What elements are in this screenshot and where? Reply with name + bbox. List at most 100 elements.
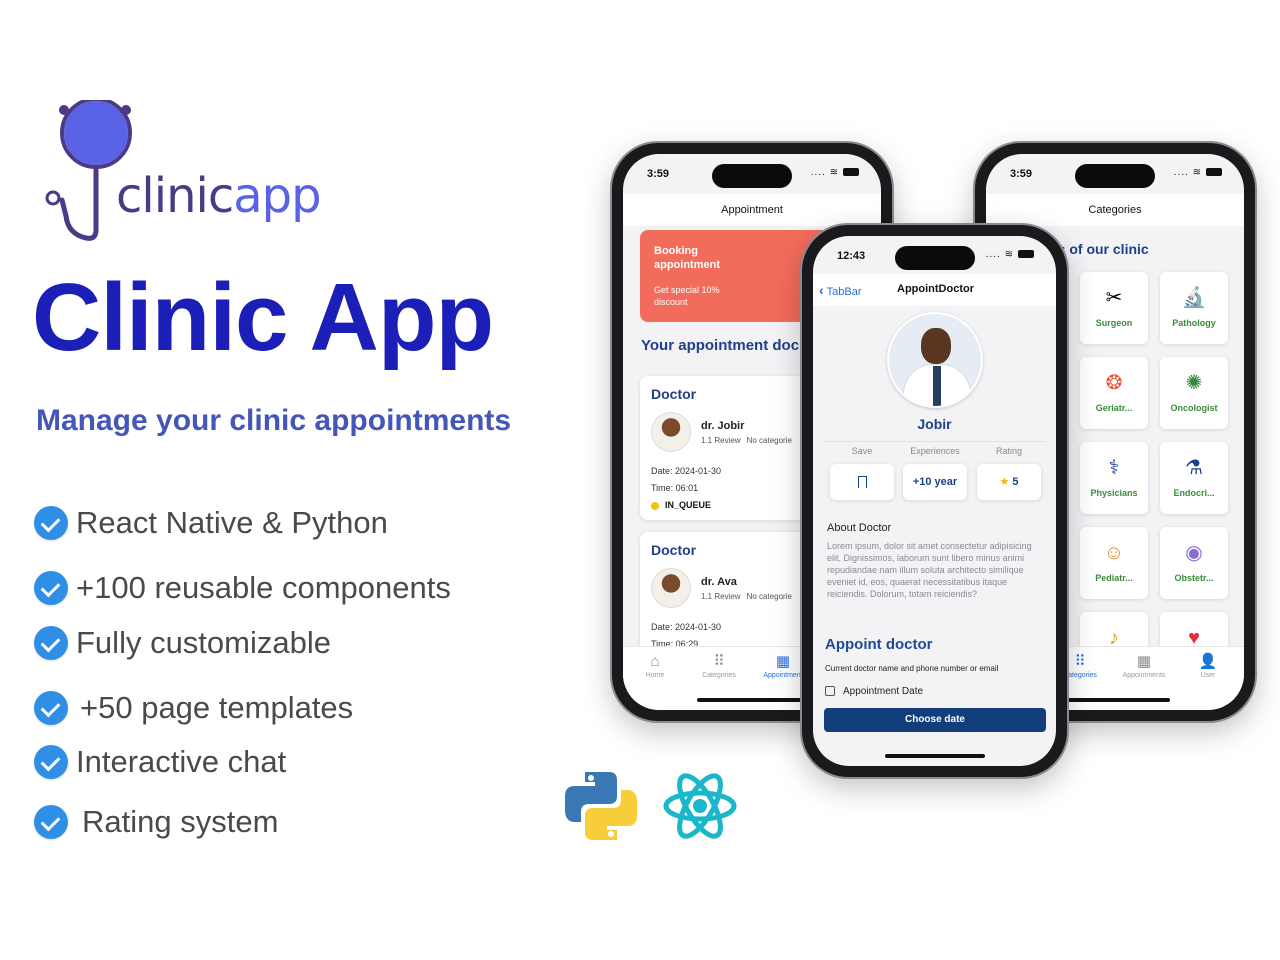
- feature-text: Interactive chat: [76, 744, 287, 779]
- status-icons: .... ≋: [986, 249, 1034, 260]
- feature-text: Rating system: [82, 804, 279, 839]
- home-indicator: [697, 698, 807, 702]
- calendar-icon: [825, 686, 835, 697]
- category-label: Geriatr...: [1095, 403, 1133, 413]
- save-button[interactable]: [830, 464, 894, 500]
- category-label: Physicians: [1090, 488, 1138, 498]
- category-label: Oncologist: [1170, 403, 1218, 413]
- category-label: Surgeon: [1095, 318, 1133, 328]
- obstetrics-icon: ◉: [1185, 542, 1203, 564]
- feature-item: Rating system: [34, 804, 278, 840]
- status-dot: [651, 501, 659, 510]
- category-physicians[interactable]: ⚕ Physicians: [1080, 442, 1148, 514]
- dynamic-island: [1075, 164, 1155, 188]
- banner-title: Booking appointment: [654, 245, 720, 271]
- review-count: 1.1 Review: [701, 592, 741, 601]
- tab-categories[interactable]: ⠿ Categories: [687, 653, 751, 679]
- doctor-name: Jobir: [917, 416, 952, 432]
- appoint-subtitle: Current doctor name and phone number or …: [825, 664, 999, 673]
- tab-appointments[interactable]: ▦ Appointments: [1112, 653, 1176, 679]
- check-circle-icon: [34, 805, 68, 839]
- geriatrics-icon: ❂: [1105, 372, 1123, 394]
- check-circle-icon: [34, 691, 68, 725]
- avatar: [651, 412, 691, 452]
- appointment-date: Date: 2024-01-30: [651, 622, 722, 632]
- experience-value: +10 year: [912, 476, 958, 488]
- nav-title: Categories: [1088, 204, 1142, 216]
- doctor-photo: [887, 312, 983, 408]
- home-icon: ⌂: [650, 653, 660, 670]
- appointment-date-label: Appointment Date: [825, 686, 923, 697]
- rating-value: 5: [1012, 476, 1019, 488]
- doctor-meta: 1.1 Review No categorie: [701, 436, 798, 445]
- nav-bar: Categories: [986, 194, 1244, 226]
- microscope-icon: 🔬: [1181, 287, 1207, 309]
- tab-label: Appointments: [1122, 672, 1166, 679]
- appointment-date: Date: 2024-01-30: [651, 466, 722, 476]
- feature-text: React Native & Python: [76, 505, 388, 540]
- battery-icon: [1018, 250, 1034, 259]
- category-surgeon[interactable]: ✂ Surgeon: [1080, 272, 1148, 344]
- category-label: Pediatr...: [1095, 573, 1133, 583]
- appointment-time: Time: 06:01: [651, 483, 699, 493]
- category-geriatrics[interactable]: ❂ Geriatr...: [1080, 357, 1148, 429]
- category-oncologist[interactable]: ✺ Oncologist: [1160, 357, 1228, 429]
- status-time: 3:59: [1010, 168, 1033, 180]
- hero-title: Clinic App: [32, 264, 494, 371]
- wifi-icon: ≋: [829, 167, 839, 178]
- feature-item: +50 page templates: [34, 690, 353, 726]
- experience-badge: +10 year: [903, 464, 967, 500]
- feature-item: Interactive chat: [34, 744, 286, 780]
- phone-appoint-doctor: 12:43 .... ≋ ‹ TabBar AppointDoctor Jobir…: [802, 225, 1067, 777]
- clinicapp-logo: clinicapp: [40, 100, 360, 250]
- tab-user[interactable]: 👤 User: [1176, 653, 1240, 679]
- doctor-head: [921, 328, 951, 364]
- category-label: Endocri...: [1173, 488, 1215, 498]
- endocrine-icon: ⚗: [1185, 457, 1203, 479]
- category-obstetrics[interactable]: ◉ Obstetr...: [1160, 527, 1228, 599]
- stat-header-save: Save: [851, 446, 873, 456]
- category-pathology[interactable]: 🔬 Pathology: [1160, 272, 1228, 344]
- category-label: Pathology: [1172, 318, 1216, 328]
- battery-icon: [1206, 168, 1222, 177]
- tab-home[interactable]: ⌂ Home: [623, 653, 687, 679]
- home-indicator: [1060, 698, 1170, 702]
- check-circle-icon: [34, 506, 68, 540]
- pediatrics-icon: ☺: [1103, 542, 1125, 564]
- home-indicator: [884, 754, 985, 758]
- tab-label: Home: [645, 672, 665, 679]
- category-pediatrics[interactable]: ☺ Pediatr...: [1080, 527, 1148, 599]
- back-label: TabBar: [826, 286, 862, 298]
- feature-text: +50 page templates: [80, 690, 354, 725]
- appointment-date-text: Appointment Date: [843, 686, 924, 697]
- check-circle-icon: [34, 626, 68, 660]
- about-heading: About Doctor: [827, 522, 892, 534]
- dynamic-island: [894, 246, 975, 270]
- bookmark-icon: [857, 476, 867, 489]
- doctor-category: No categorie: [746, 592, 792, 601]
- category-endocrinology[interactable]: ⚗ Endocri...: [1160, 442, 1228, 514]
- back-button[interactable]: ‹ TabBar: [819, 282, 862, 298]
- wifi-icon: ≋: [1004, 249, 1014, 260]
- signal-icon: ....: [1173, 167, 1189, 178]
- python-logo: [565, 772, 637, 840]
- nav-bar: Appointment: [623, 194, 881, 226]
- divider: [823, 441, 1046, 442]
- feature-text: +100 reusable components: [76, 570, 451, 605]
- status-time: 12:43: [837, 250, 866, 262]
- rating-badge: ★ 5: [977, 464, 1041, 500]
- user-icon: 👤: [1198, 653, 1218, 670]
- doctor-name: dr. Jobir: [701, 420, 745, 432]
- doctor-name: dr. Ava: [701, 576, 737, 588]
- hero-subtitle: Manage your clinic appointments: [36, 404, 512, 437]
- tab-label: User: [1200, 672, 1216, 679]
- wifi-icon: ≋: [1192, 167, 1202, 178]
- doctor-meta: 1.1 Review No categorie: [701, 592, 798, 601]
- calendar-icon: ▦: [1136, 653, 1152, 670]
- check-circle-icon: [34, 571, 68, 605]
- feature-item: +100 reusable components: [34, 570, 451, 606]
- signal-icon: ....: [985, 249, 1001, 260]
- nav-title: AppointDoctor: [897, 283, 974, 295]
- status-icons: .... ≋: [811, 167, 859, 178]
- choose-date-button[interactable]: Choose date: [824, 708, 1046, 732]
